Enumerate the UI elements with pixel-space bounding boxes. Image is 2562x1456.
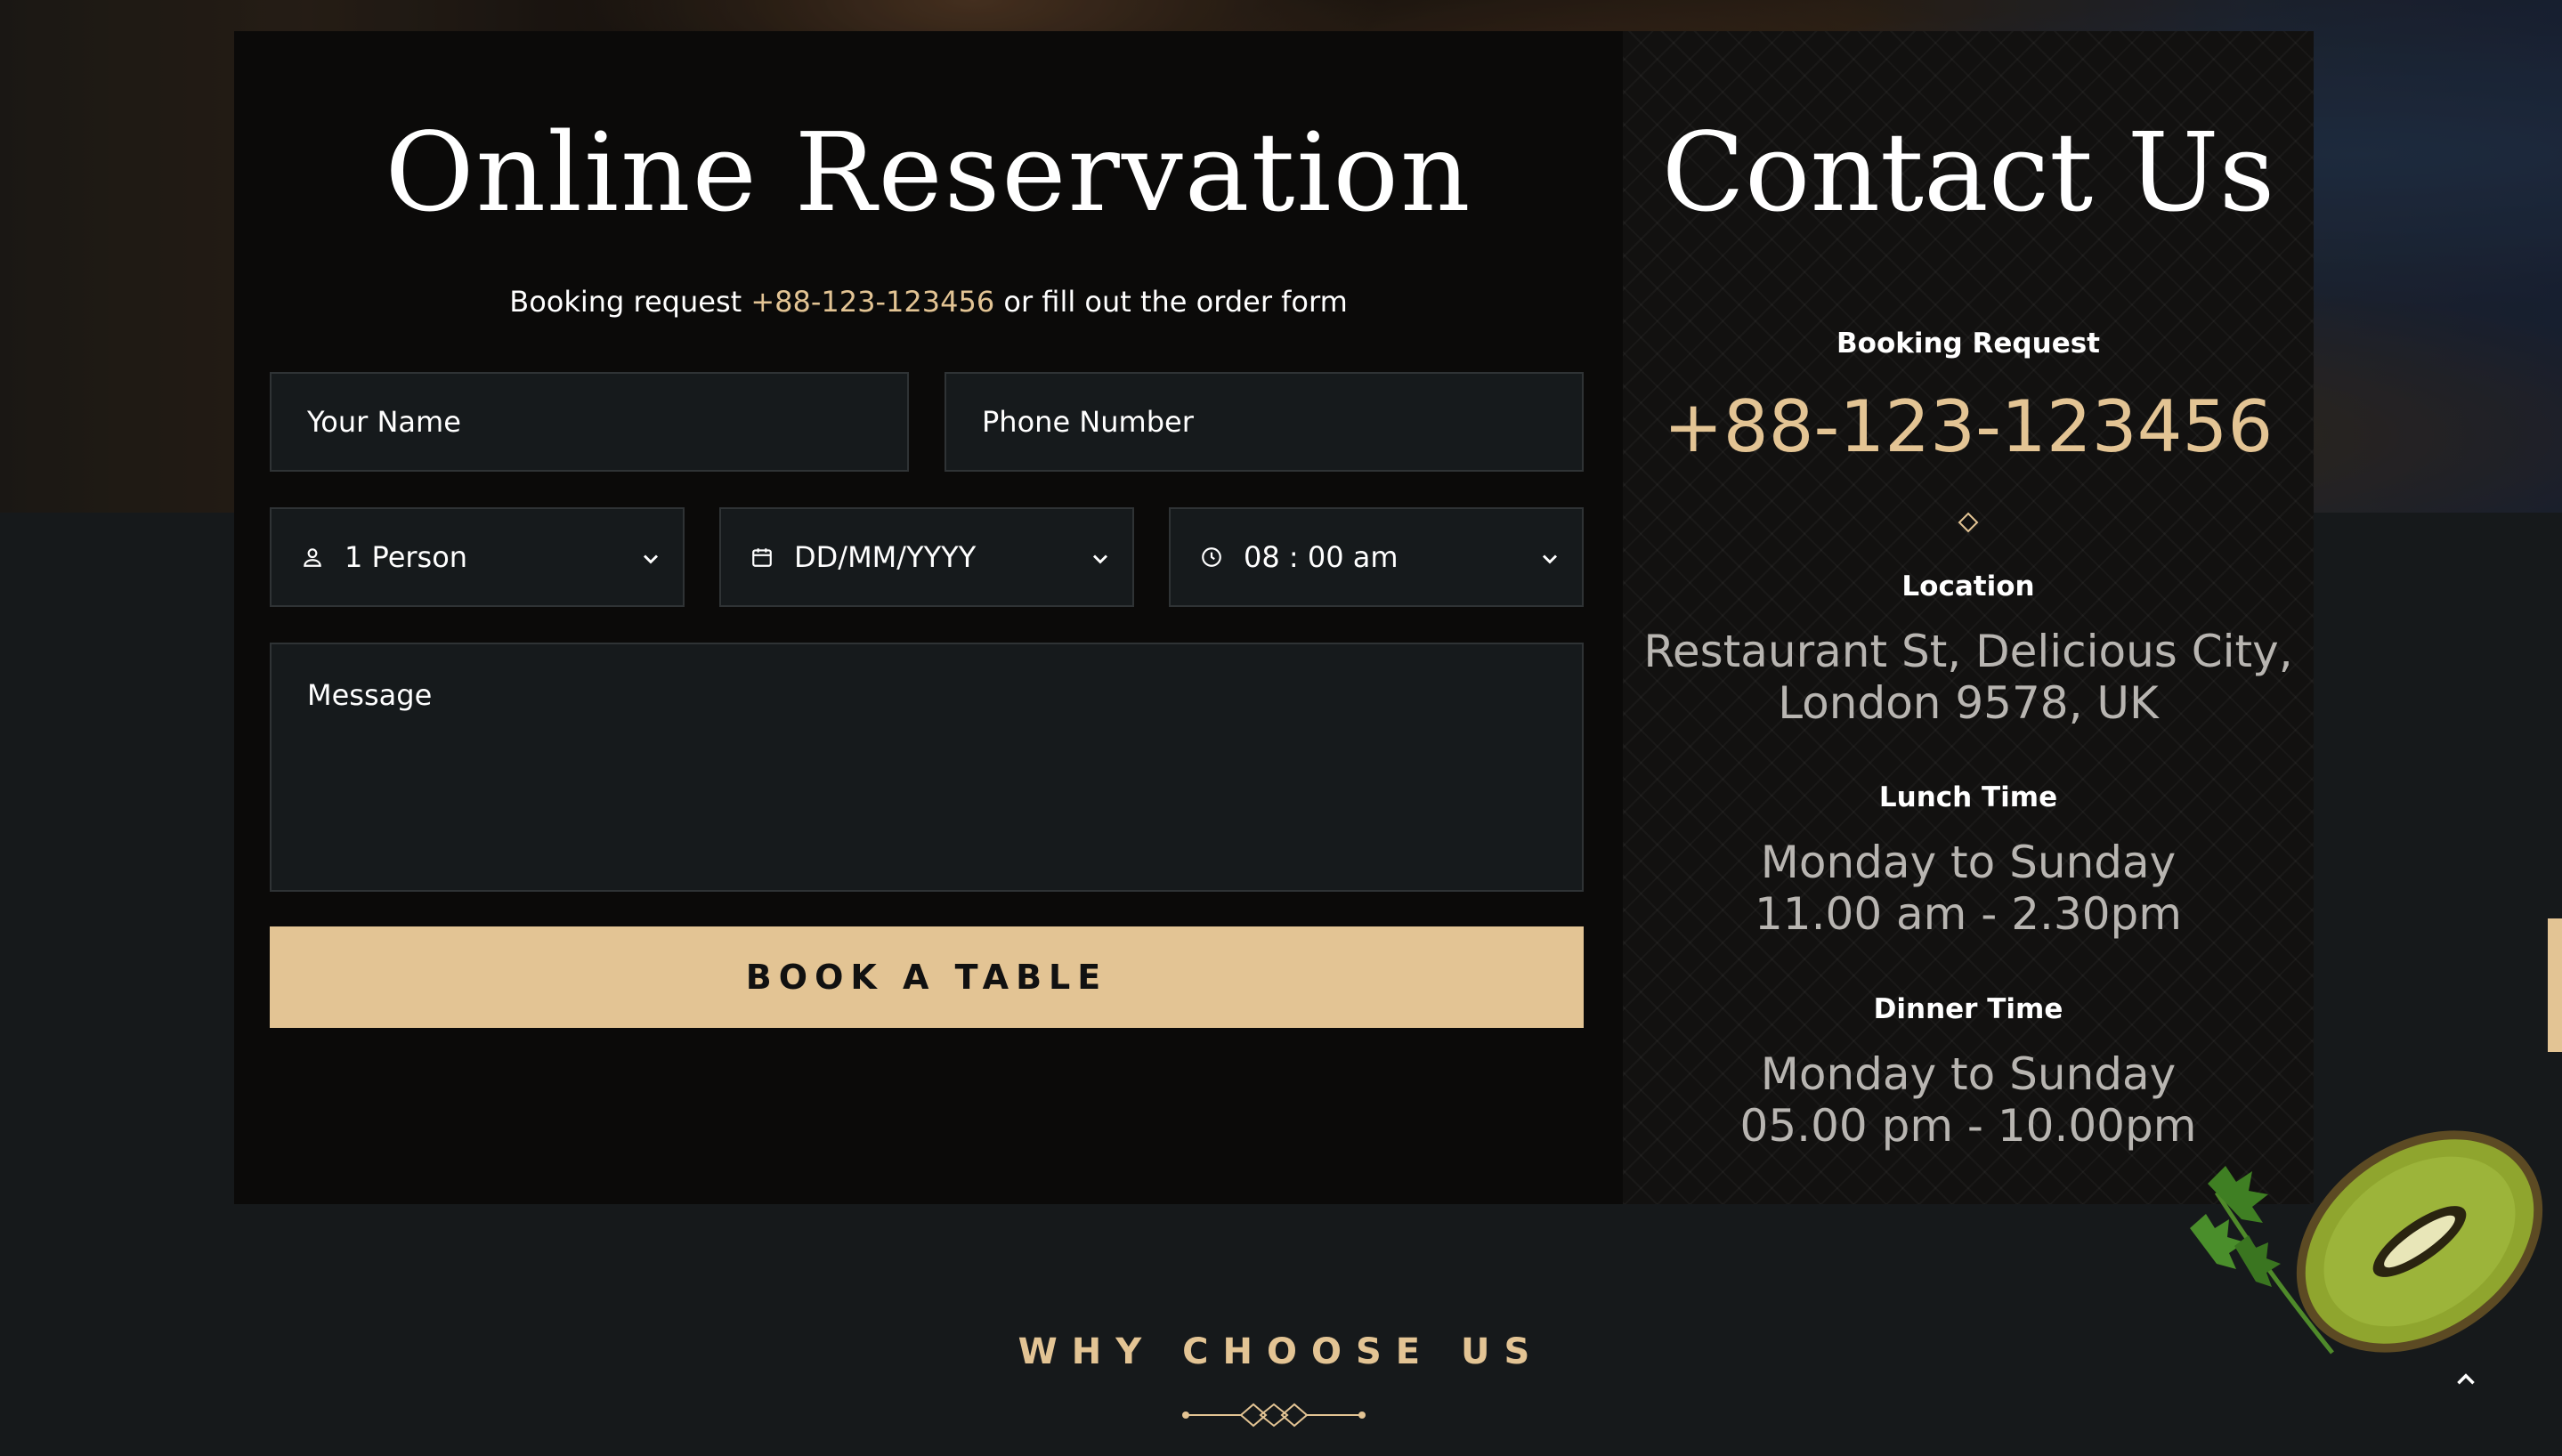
location-line-2: London 9578, UK [1778,677,2159,729]
booking-phone-link[interactable]: +88-123-123456 [1623,385,2314,468]
date-value: DD/MM/YYYY [794,540,977,574]
diamond-icon [1958,512,1979,533]
book-table-button[interactable]: BOOK A TABLE [270,926,1584,1028]
message-textarea[interactable]: Message [270,643,1584,892]
persons-select[interactable]: 1 Person [270,507,685,607]
name-placeholder: Your Name [307,405,461,439]
message-placeholder: Message [307,678,433,712]
reservation-panel: Online Reservation Booking request +88-1… [234,31,1623,1204]
persons-value: 1 Person [345,540,468,574]
lunch-line-2: 11.00 am - 2.30pm [1755,888,2182,940]
name-input[interactable]: Your Name [270,372,909,472]
chevron-down-icon [638,545,663,570]
lunch-time-label: Lunch Time [1878,781,2058,813]
subtitle-prefix: Booking request [509,285,751,319]
reservation-card: Online Reservation Booking request +88-1… [234,31,2314,1204]
location-line-1: Restaurant St, Delicious City, [1643,626,2293,677]
lunch-time-value: Monday to Sunday 11.00 am - 2.30pm [1623,837,2314,940]
time-value: 08 : 00 am [1244,540,1399,574]
reservation-subtitle: Booking request +88-123-123456 or fill o… [234,285,1623,319]
chevron-down-icon [1088,545,1113,570]
calendar-icon [748,543,776,571]
booking-request-label: Booking Request [1836,328,2100,360]
subtitle-phone-link[interactable]: +88-123-123456 [750,285,994,319]
scroll-to-top-button[interactable] [2439,1353,2493,1406]
chevron-up-icon [2457,1373,2475,1385]
location-label: Location [1901,570,2035,603]
side-tab-handle[interactable] [2548,918,2562,1052]
phone-input[interactable]: Phone Number [945,372,1584,472]
location-value: Restaurant St, Delicious City, London 95… [1623,626,2314,729]
why-choose-us-heading: WHY CHOOSE US [1018,1331,1544,1372]
lunch-line-1: Monday to Sunday [1760,837,2177,888]
reservation-title: Online Reservation [385,109,1472,236]
subtitle-suffix: or fill out the order form [994,285,1348,319]
contact-panel: Contact Us Booking Request +88-123-12345… [1623,31,2314,1204]
time-select[interactable]: 08 : 00 am [1169,507,1584,607]
ornament-divider-icon [1182,1403,1366,1428]
contact-title: Contact Us [1661,109,2275,236]
phone-placeholder: Phone Number [982,405,1194,439]
dinner-time-label: Dinner Time [1873,993,2063,1025]
clock-icon [1197,543,1226,571]
chevron-down-icon [1537,545,1562,570]
date-select[interactable]: DD/MM/YYYY [719,507,1134,607]
user-icon [298,543,327,571]
